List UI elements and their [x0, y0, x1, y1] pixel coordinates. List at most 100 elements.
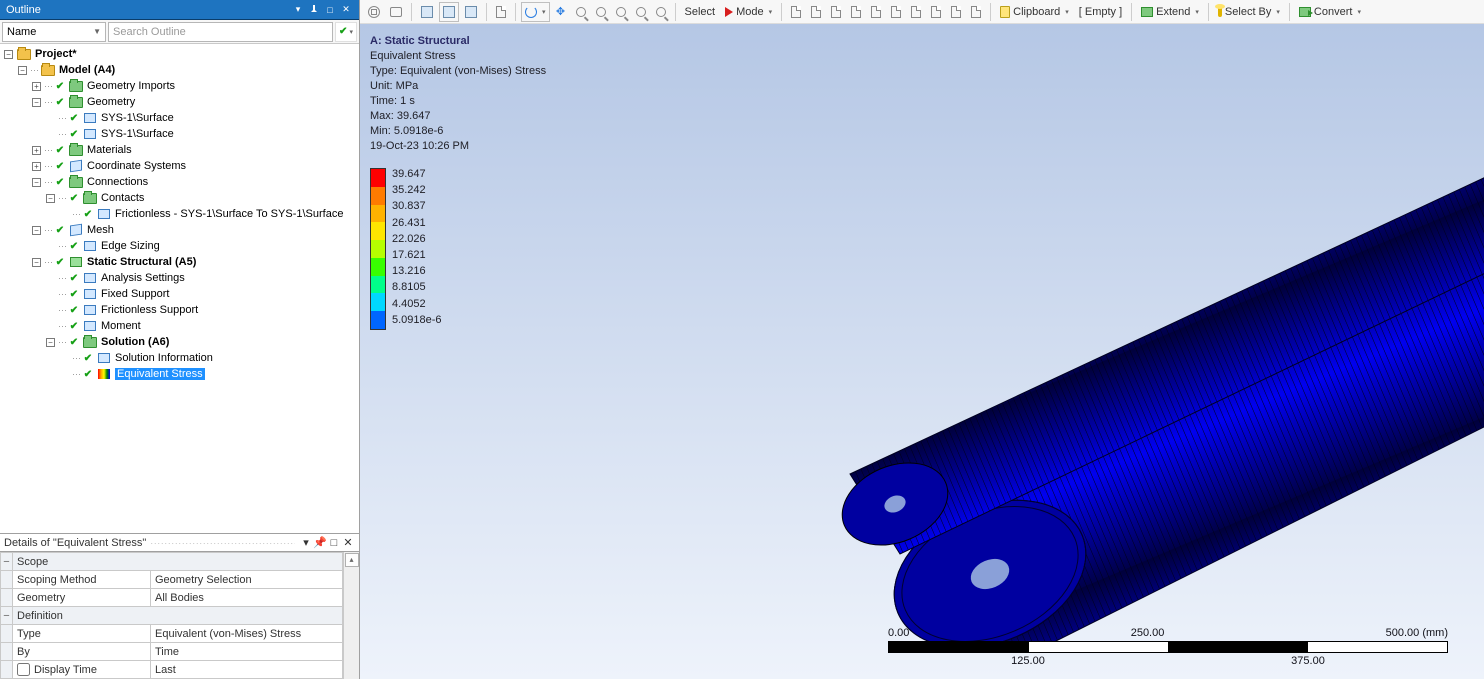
section-button[interactable]	[492, 2, 510, 22]
select-body[interactable]	[847, 2, 865, 22]
section-scope[interactable]: −Scope	[1, 553, 343, 571]
page-icon	[911, 6, 921, 18]
tree-coord[interactable]: +⋯✔Coordinate Systems	[2, 158, 359, 174]
check-icon: ✔	[54, 160, 66, 172]
page-icon	[931, 6, 941, 18]
tree-materials[interactable]: +⋯✔Materials	[2, 142, 359, 158]
tree-geom-imports[interactable]: +⋯✔Geometry Imports	[2, 78, 359, 94]
zoom-in-button[interactable]	[572, 2, 590, 22]
convert-menu[interactable]: Convert▾	[1295, 2, 1365, 22]
check-icon: ✔	[68, 192, 80, 204]
tree-fixed-support[interactable]: ⋯✔Fixed Support	[2, 286, 359, 302]
select-element[interactable]	[887, 2, 905, 22]
row-by[interactable]: ByTime	[1, 643, 343, 661]
tree-model[interactable]: −⋯Model (A4)	[2, 62, 359, 78]
rotate-button[interactable]: ▾	[521, 2, 550, 22]
search-input[interactable]	[108, 22, 333, 42]
close-icon[interactable]: ✕	[341, 536, 355, 549]
details-title: Details of "Equivalent Stress"	[4, 537, 146, 549]
outline-tree[interactable]: −Project* −⋯Model (A4) +⋯✔Geometry Impor…	[0, 44, 359, 533]
filter-options-button[interactable]: ✔▾	[335, 22, 357, 42]
page-icon	[971, 6, 981, 18]
select-vertex[interactable]	[787, 2, 805, 22]
tree-static[interactable]: −⋯✔Static Structural (A5)	[2, 254, 359, 270]
zoom-fit-icon	[368, 6, 380, 18]
result-overlay: A: Static Structural Equivalent Stress T…	[370, 34, 546, 154]
dropdown-icon[interactable]: ▾	[299, 536, 313, 549]
tree-analysis-settings[interactable]: ⋯✔Analysis Settings	[2, 270, 359, 286]
page-icon	[871, 6, 881, 18]
select-elemface[interactable]	[907, 2, 925, 22]
select-edge[interactable]	[807, 2, 825, 22]
zoom-prev-button[interactable]	[652, 2, 670, 22]
pin-icon[interactable]: 📌	[313, 536, 327, 549]
check-icon: ✔	[54, 80, 66, 92]
tree-surface-1[interactable]: ⋯✔SYS-1\Surface	[2, 110, 359, 126]
zoom-fit-button[interactable]	[364, 2, 384, 22]
tree-frictionless-support[interactable]: ⋯✔Frictionless Support	[2, 302, 359, 318]
model-render	[780, 64, 1484, 644]
tree-project[interactable]: −Project*	[2, 46, 359, 62]
pin-icon[interactable]	[307, 3, 321, 17]
select-node[interactable]	[867, 2, 885, 22]
clipboard-icon	[1000, 6, 1010, 18]
row-display-time[interactable]: Display TimeLast	[1, 661, 343, 679]
cube-icon	[443, 6, 455, 18]
shaded-button[interactable]	[439, 2, 459, 22]
tree-solution[interactable]: −⋯✔Solution (A6)	[2, 334, 359, 350]
tree-moment[interactable]: ⋯✔Moment	[2, 318, 359, 334]
maximize-icon[interactable]: □	[327, 537, 341, 549]
iso-view-button[interactable]	[417, 2, 437, 22]
wireframe-button[interactable]	[461, 2, 481, 22]
row-geometry[interactable]: GeometryAll Bodies	[1, 589, 343, 607]
filter-field-combo[interactable]: Name ▼	[2, 22, 106, 42]
outline-title: Outline	[6, 4, 41, 16]
row-type[interactable]: TypeEquivalent (von-Mises) Stress	[1, 625, 343, 643]
scroll-up-icon[interactable]: ▴	[345, 553, 359, 567]
extend-icon	[1141, 7, 1153, 17]
tree-frictionless-contact[interactable]: ⋯✔Frictionless - SYS-1\Surface To SYS-1\…	[2, 206, 359, 222]
tree-connections[interactable]: −⋯✔Connections	[2, 174, 359, 190]
details-scrollbar[interactable]: ▴	[343, 552, 359, 679]
select-face[interactable]	[827, 2, 845, 22]
legend-value: 5.0918e-6	[392, 314, 442, 330]
convert-icon	[1299, 7, 1311, 17]
maximize-icon[interactable]: □	[323, 3, 337, 17]
tree-geometry[interactable]: −⋯✔Geometry	[2, 94, 359, 110]
zoom-out-button[interactable]	[592, 2, 610, 22]
overlay-line: Time: 1 s	[370, 94, 546, 109]
tree-contacts[interactable]: −⋯✔Contacts	[2, 190, 359, 206]
select-misc2[interactable]	[947, 2, 965, 22]
mode-menu[interactable]: Mode▾	[721, 2, 776, 22]
tree-edge-sizing[interactable]: ⋯✔Edge Sizing	[2, 238, 359, 254]
check-icon: ✔	[68, 288, 80, 300]
select-misc3[interactable]	[967, 2, 985, 22]
zoom-box-button[interactable]	[612, 2, 630, 22]
tree-mesh[interactable]: −⋯✔Mesh	[2, 222, 359, 238]
row-scoping-method[interactable]: Scoping MethodGeometry Selection	[1, 571, 343, 589]
check-icon: ✔	[82, 352, 94, 364]
magnify-icon	[596, 7, 606, 17]
dropdown-icon[interactable]: ▾	[291, 3, 305, 17]
display-time-checkbox[interactable]	[17, 663, 30, 676]
magnify-icon	[576, 7, 586, 17]
zoom-all-button[interactable]	[632, 2, 650, 22]
graphics-viewport[interactable]: A: Static Structural Equivalent Stress T…	[360, 24, 1484, 679]
magnify-icon	[636, 7, 646, 17]
page-icon	[951, 6, 961, 18]
pan-button[interactable]: ✥	[552, 2, 570, 22]
tree-solution-info[interactable]: ⋯✔Solution Information	[2, 350, 359, 366]
extend-menu[interactable]: Extend▾	[1137, 2, 1203, 22]
tree-equivalent-stress[interactable]: ⋯✔Equivalent Stress	[2, 366, 359, 382]
overlay-line: Type: Equivalent (von-Mises) Stress	[370, 64, 546, 79]
details-grid: −Scope Scoping MethodGeometry Selection …	[0, 552, 343, 679]
section-definition[interactable]: −Definition	[1, 607, 343, 625]
overlay-title: A: Static Structural	[370, 34, 546, 49]
zoom-window-button[interactable]	[386, 2, 406, 22]
selectby-menu[interactable]: Select By▾	[1214, 2, 1284, 22]
select-misc1[interactable]	[927, 2, 945, 22]
overlay-line: Min: 5.0918e-6	[370, 124, 546, 139]
tree-surface-2[interactable]: ⋯✔SYS-1\Surface	[2, 126, 359, 142]
clipboard-menu[interactable]: Clipboard▾	[996, 2, 1073, 22]
close-icon[interactable]: ✕	[339, 3, 353, 17]
